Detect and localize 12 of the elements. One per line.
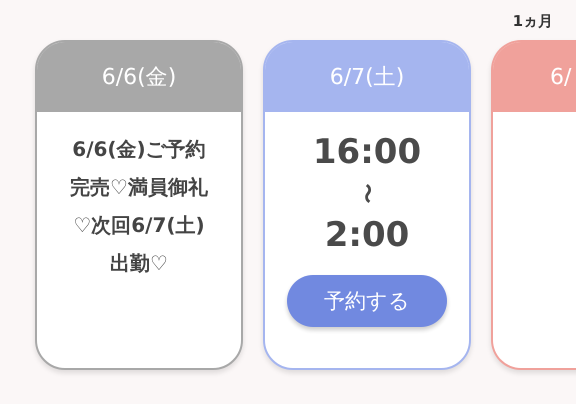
- message-line: 6/6(金)ご予約: [72, 136, 206, 163]
- period-label: 1ヵ月: [512, 12, 553, 30]
- day-date: 6/: [550, 64, 572, 90]
- day-date: 6/7(土): [330, 64, 404, 92]
- start-time: 16:00: [312, 131, 422, 174]
- reserve-button[interactable]: 予約する: [287, 275, 447, 327]
- day-date: 6/6(金): [102, 64, 176, 92]
- message-line: 出勤♡: [110, 250, 168, 277]
- message-line: ♡次回6/7(土): [73, 212, 205, 239]
- time-separator: 〜: [354, 184, 380, 204]
- message-line: 完売♡満員御礼: [70, 174, 208, 201]
- end-time: 2:00: [324, 214, 410, 257]
